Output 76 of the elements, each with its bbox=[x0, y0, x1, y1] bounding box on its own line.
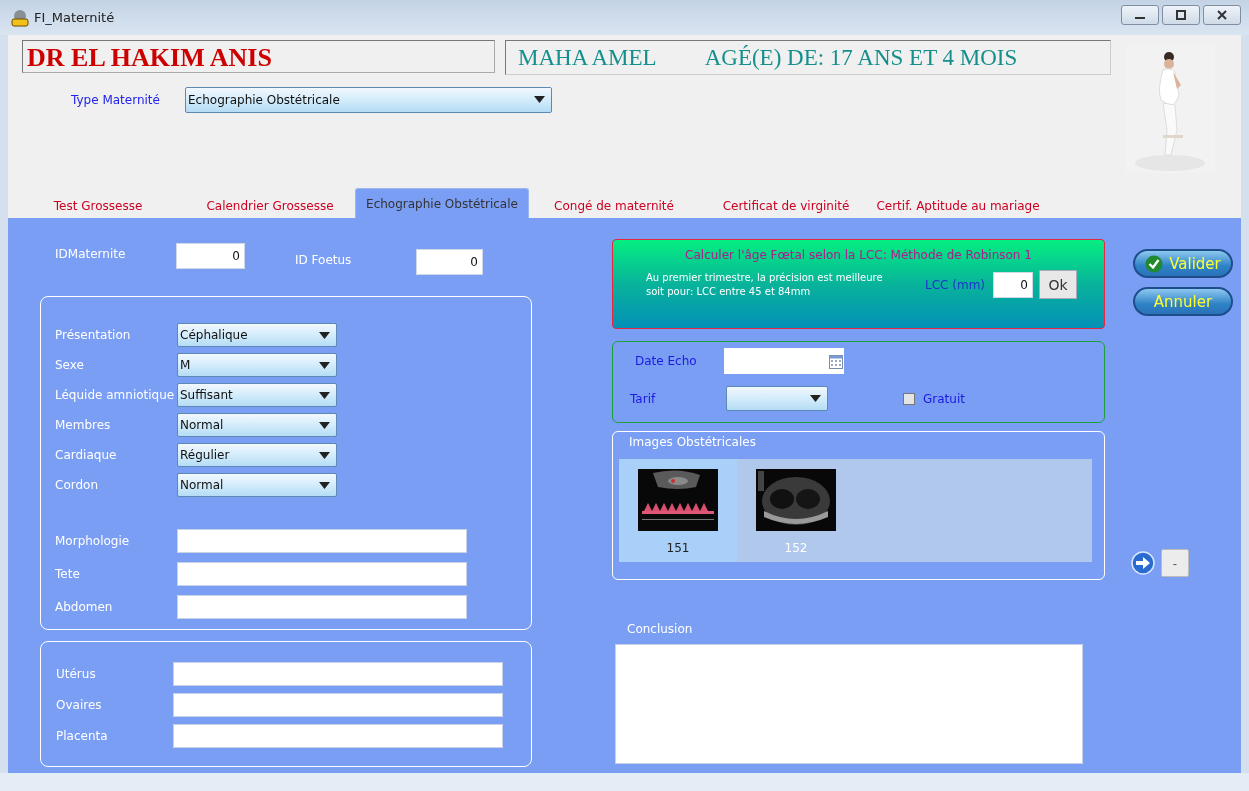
lcc-field[interactable]: 0 bbox=[993, 271, 1033, 298]
doctor-name: DR EL HAKIM ANIS bbox=[22, 40, 495, 73]
image-thumbnail[interactable]: 151 bbox=[619, 459, 737, 562]
dropdown[interactable]: Suffisant bbox=[177, 383, 337, 407]
caret-icon bbox=[319, 482, 330, 489]
field-label: Tete bbox=[55, 566, 81, 581]
caret-icon bbox=[319, 362, 330, 369]
patient-name: MAHA AMEL bbox=[518, 44, 657, 72]
id-maternite-label: IDMaternite bbox=[55, 247, 127, 261]
app-icon bbox=[10, 8, 30, 27]
ok-button[interactable]: Ok bbox=[1039, 270, 1077, 299]
gratuit-label: Gratuit bbox=[923, 391, 965, 406]
id-foetus-field[interactable]: 0 bbox=[416, 249, 483, 275]
field-label: Cordon bbox=[55, 478, 99, 492]
tab[interactable]: Certif. Aptitude au mariage bbox=[872, 194, 1044, 218]
lcc-title: Calculer l'âge Fœtal selon la LCC: Méthode de Robinson 1 bbox=[684, 248, 1033, 262]
lcc-note: Au premier trimestre, la précision est meilleure soit pour: LCC entre 45 et 84mm bbox=[646, 270, 884, 299]
field-label: Présentation bbox=[55, 328, 132, 342]
minimize-button[interactable] bbox=[1121, 4, 1159, 25]
conclusion-label: Conclusion bbox=[627, 622, 694, 636]
type-dropdown[interactable]: Echographie Obstétricale bbox=[185, 87, 552, 113]
id-maternite-field[interactable]: 0 bbox=[176, 243, 245, 269]
field-label: Placenta bbox=[56, 728, 109, 743]
date-field[interactable] bbox=[724, 348, 844, 374]
minimize-icon bbox=[1135, 16, 1145, 19]
dropdown[interactable]: Normal bbox=[177, 413, 337, 437]
field-label: Sexe bbox=[55, 358, 85, 372]
remove-button[interactable]: - bbox=[1161, 549, 1189, 577]
check-icon bbox=[1145, 254, 1164, 273]
input-field[interactable] bbox=[173, 661, 503, 686]
image-caption: 151 bbox=[666, 541, 690, 555]
images-title: Images Obstétricales bbox=[629, 435, 757, 449]
maximize-button[interactable] bbox=[1162, 4, 1200, 25]
close-icon bbox=[1216, 9, 1228, 20]
id-foetus-label: ID Foetus bbox=[295, 253, 353, 267]
date-label: Date Echo bbox=[635, 354, 698, 368]
type-label: Type Maternité bbox=[71, 93, 161, 107]
tarif-label: Tarif bbox=[630, 391, 657, 406]
dropdown[interactable]: M bbox=[177, 353, 337, 377]
lcc-label: LCC (mm) bbox=[925, 277, 986, 292]
tab[interactable]: Echographie Obstétricale bbox=[355, 188, 529, 218]
tab[interactable]: Certificat de virginité bbox=[700, 194, 872, 218]
caret-icon bbox=[319, 392, 330, 399]
field-label: Membres bbox=[55, 418, 112, 432]
conclusion-field[interactable] bbox=[615, 644, 1083, 764]
field-label: Morphologie bbox=[55, 533, 131, 548]
caret-icon bbox=[319, 452, 330, 459]
field-label: Cardiaque bbox=[55, 448, 118, 462]
field-label: Ovaires bbox=[56, 697, 103, 712]
input-field[interactable] bbox=[173, 723, 503, 748]
dropdown[interactable]: Régulier bbox=[177, 443, 337, 467]
calendar-icon bbox=[829, 353, 843, 369]
field-label: Abdomen bbox=[55, 599, 114, 614]
field-label: Léquide amniotique bbox=[55, 388, 176, 402]
arrow-right-icon[interactable] bbox=[1131, 551, 1155, 575]
input-field[interactable] bbox=[173, 692, 503, 717]
dropdown[interactable]: Normal bbox=[177, 473, 337, 497]
tab[interactable]: Test Grossesse bbox=[12, 194, 184, 218]
caret-icon bbox=[534, 96, 545, 103]
input-field[interactable] bbox=[177, 561, 467, 586]
tab[interactable]: Calendrier Grossesse bbox=[184, 194, 356, 218]
field-label: Utérus bbox=[56, 666, 97, 681]
caret-icon bbox=[319, 332, 330, 339]
dropdown[interactable]: Céphalique bbox=[177, 323, 337, 347]
window-title: FI_Maternité bbox=[34, 10, 115, 25]
maximize-icon bbox=[1175, 9, 1187, 20]
tarif-dropdown[interactable] bbox=[726, 386, 828, 411]
patient-age: AGÉ(E) DE: 17 ANS ET 4 MOIS bbox=[704, 44, 1018, 72]
gratuit-checkbox[interactable] bbox=[903, 392, 915, 405]
tab[interactable]: Congé de maternité bbox=[528, 194, 700, 218]
caret-icon bbox=[810, 395, 821, 402]
input-field[interactable] bbox=[177, 528, 467, 553]
input-field[interactable] bbox=[177, 594, 467, 619]
caret-icon bbox=[319, 422, 330, 429]
image-caption: 152 bbox=[784, 541, 808, 555]
close-button[interactable] bbox=[1203, 4, 1241, 25]
